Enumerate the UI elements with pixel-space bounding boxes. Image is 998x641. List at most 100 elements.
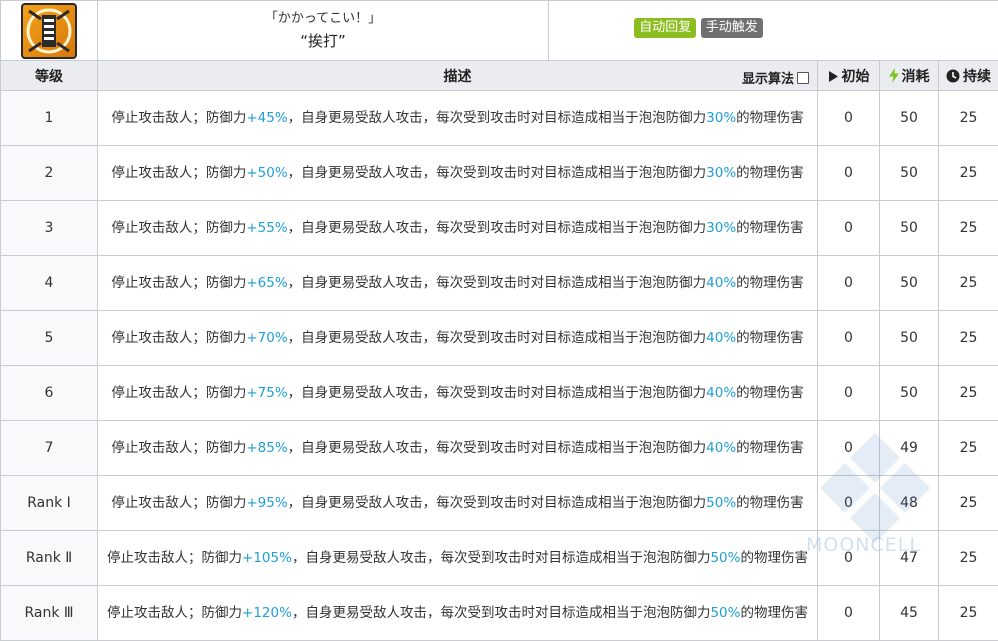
initial-cell: 0: [818, 586, 880, 641]
damage-value: 30%: [706, 110, 736, 126]
cost-cell: 50: [880, 256, 939, 311]
defense-value: +75%: [246, 385, 287, 401]
description-cell: 停止攻击敌人；防御力+70%，自身更易受敌人攻击，每次受到攻击时对目标造成相当于…: [98, 311, 818, 366]
duration-cell: 25: [939, 421, 998, 476]
desc-text-c: 的物理伤害: [736, 165, 804, 181]
skill-level-rows: 1 停止攻击敌人；防御力+45%，自身更易受敌人攻击，每次受到攻击时对目标造成相…: [1, 91, 998, 641]
defense-value: +50%: [246, 165, 287, 181]
initial-cell: 0: [818, 421, 880, 476]
damage-value: 40%: [706, 385, 736, 401]
cost-cell: 47: [880, 531, 939, 586]
description-cell: 停止攻击敌人；防御力+50%，自身更易受敌人攻击，每次受到攻击时对目标造成相当于…: [98, 146, 818, 201]
duration-cell: 25: [939, 146, 998, 201]
show-formula-label: 显示算法: [742, 72, 794, 87]
desc-text-a: 停止攻击敌人；防御力: [111, 495, 246, 511]
damage-value: 50%: [710, 605, 740, 621]
desc-text-c: 的物理伤害: [736, 440, 804, 456]
cost-cell: 49: [880, 421, 939, 476]
damage-value: 30%: [706, 165, 736, 181]
desc-text-a: 停止攻击敌人；防御力: [111, 165, 246, 181]
table-row: Rank Ⅱ 停止攻击敌人；防御力+105%，自身更易受敌人攻击，每次受到攻击时…: [1, 531, 998, 586]
description-cell: 停止攻击敌人；防御力+95%，自身更易受敌人攻击，每次受到攻击时对目标造成相当于…: [98, 476, 818, 531]
skill-header-row: 「かかってこい！」 “挨打” 自动回复 手动触发: [1, 1, 998, 61]
cost-cell: 50: [880, 366, 939, 421]
description-cell: 停止攻击敌人；防御力+120%，自身更易受敌人攻击，每次受到攻击时对目标造成相当…: [98, 586, 818, 641]
table-row: 2 停止攻击敌人；防御力+50%，自身更易受敌人攻击，每次受到攻击时对目标造成相…: [1, 146, 998, 201]
duration-cell: 25: [939, 91, 998, 146]
skill-name: “挨打”: [98, 29, 548, 53]
skill-icon: [21, 3, 77, 59]
table-row: 5 停止攻击敌人；防御力+70%，自身更易受敌人攻击，每次受到攻击时对目标造成相…: [1, 311, 998, 366]
show-formula-toggle[interactable]: 显示算法: [742, 68, 809, 87]
level-cell: 3: [1, 201, 98, 256]
duration-cell: 25: [939, 586, 998, 641]
desc-text-b: ，自身更易受敌人攻击，每次受到攻击时对目标造成相当于泡泡防御力: [288, 110, 707, 126]
duration-header-label: 持续: [963, 69, 991, 85]
duration-cell: 25: [939, 531, 998, 586]
desc-text-a: 停止攻击敌人；防御力: [111, 440, 246, 456]
description-cell: 停止攻击敌人；防御力+75%，自身更易受敌人攻击，每次受到攻击时对目标造成相当于…: [98, 366, 818, 421]
description-cell: 停止攻击敌人；防御力+65%，自身更易受敌人攻击，每次受到攻击时对目标造成相当于…: [98, 256, 818, 311]
initial-cell: 0: [818, 366, 880, 421]
skill-icon-cell: [1, 1, 98, 61]
cost-cell: 50: [880, 311, 939, 366]
cost-cell: 50: [880, 91, 939, 146]
duration-cell: 25: [939, 366, 998, 421]
recovery-badge: 自动回复: [634, 18, 696, 38]
duration-cell: 25: [939, 476, 998, 531]
level-cell: 7: [1, 421, 98, 476]
description-cell: 停止攻击敌人；防御力+85%，自身更易受敌人攻击，每次受到攻击时对目标造成相当于…: [98, 421, 818, 476]
defense-value: +70%: [246, 330, 287, 346]
table-row: Rank Ⅲ 停止攻击敌人；防御力+120%，自身更易受敌人攻击，每次受到攻击时…: [1, 586, 998, 641]
desc-text-c: 的物理伤害: [736, 330, 804, 346]
desc-text-b: ，自身更易受敌人攻击，每次受到攻击时对目标造成相当于泡泡防御力: [288, 275, 707, 291]
initial-cell: 0: [818, 256, 880, 311]
initial-cell: 0: [818, 476, 880, 531]
level-cell: Rank Ⅲ: [1, 586, 98, 641]
initial-cell: 0: [818, 311, 880, 366]
lightning-icon: [889, 68, 899, 83]
initial-cell: 0: [818, 201, 880, 256]
duration-cell: 25: [939, 256, 998, 311]
initial-cell: 0: [818, 91, 880, 146]
desc-text-a: 停止攻击敌人；防御力: [111, 330, 246, 346]
level-cell: 5: [1, 311, 98, 366]
table-row: 6 停止攻击敌人；防御力+75%，自身更易受敌人攻击，每次受到攻击时对目标造成相…: [1, 366, 998, 421]
desc-text-a: 停止攻击敌人；防御力: [111, 385, 246, 401]
clock-icon: [946, 69, 960, 83]
column-header-row: 等级 描述 显示算法 初始 消耗 持续: [1, 61, 998, 91]
skill-title-cell: 「かかってこい！」 “挨打”: [98, 1, 549, 61]
level-cell: 2: [1, 146, 98, 201]
initial-cell: 0: [818, 531, 880, 586]
level-cell: Rank Ⅱ: [1, 531, 98, 586]
defense-value: +45%: [246, 110, 287, 126]
desc-text-a: 停止攻击敌人；防御力: [107, 550, 242, 566]
level-header: 等级: [1, 61, 98, 91]
defense-value: +55%: [246, 220, 287, 236]
damage-value: 40%: [706, 330, 736, 346]
desc-text-c: 的物理伤害: [736, 110, 804, 126]
level-cell: 6: [1, 366, 98, 421]
skill-badges-cell: 自动回复 手动触发: [549, 1, 998, 61]
desc-text-b: ，自身更易受敌人攻击，每次受到攻击时对目标造成相当于泡泡防御力: [288, 495, 707, 511]
show-formula-checkbox[interactable]: [797, 72, 809, 84]
cost-cell: 45: [880, 586, 939, 641]
damage-value: 40%: [706, 440, 736, 456]
defense-value: +65%: [246, 275, 287, 291]
initial-header-label: 初始: [842, 69, 870, 85]
desc-text-b: ，自身更易受敌人攻击，每次受到攻击时对目标造成相当于泡泡防御力: [288, 330, 707, 346]
level-cell: Rank Ⅰ: [1, 476, 98, 531]
cost-header: 消耗: [880, 61, 939, 91]
desc-text-c: 的物理伤害: [740, 605, 808, 621]
table-row: Rank Ⅰ 停止攻击敌人；防御力+95%，自身更易受敌人攻击，每次受到攻击时对…: [1, 476, 998, 531]
trigger-badge: 手动触发: [701, 18, 763, 38]
description-header-label: 描述: [444, 69, 472, 85]
damage-value: 30%: [706, 220, 736, 236]
initial-cell: 0: [818, 146, 880, 201]
cost-cell: 50: [880, 146, 939, 201]
desc-text-c: 的物理伤害: [736, 220, 804, 236]
skill-subtitle: 「かかってこい！」: [98, 9, 548, 29]
description-cell: 停止攻击敌人；防御力+45%，自身更易受敌人攻击，每次受到攻击时对目标造成相当于…: [98, 91, 818, 146]
table-row: 1 停止攻击敌人；防御力+45%，自身更易受敌人攻击，每次受到攻击时对目标造成相…: [1, 91, 998, 146]
desc-text-b: ，自身更易受敌人攻击，每次受到攻击时对目标造成相当于泡泡防御力: [288, 220, 707, 236]
